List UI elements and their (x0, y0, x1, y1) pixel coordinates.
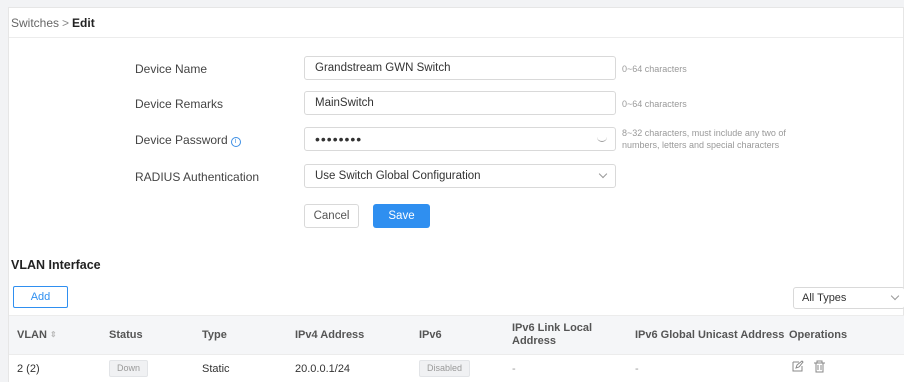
device-remarks-label: Device Remarks (135, 97, 224, 111)
status-badge: Down (109, 360, 149, 377)
column-vlan-label: VLAN (17, 329, 47, 341)
breadcrumb-switches-link[interactable]: Switches (11, 16, 59, 30)
column-ipv6-global: IPv6 Global Unicast Address (635, 329, 785, 341)
column-ipv6-link-local-line1: IPv6 Link Local (512, 322, 593, 334)
cell-ipv6-global: - (635, 363, 639, 375)
breadcrumb-separator: > (62, 16, 70, 30)
eye-closed-icon[interactable] (597, 137, 607, 142)
cell-ipv6-link-local: - (512, 363, 516, 375)
device-password-label: Device Password i (135, 133, 241, 147)
save-button[interactable]: Save (373, 204, 430, 228)
radius-authentication-select[interactable]: Use Switch Global Configuration (304, 164, 616, 188)
add-vlan-button[interactable]: Add (13, 286, 68, 308)
device-password-input[interactable]: •••••••• (304, 127, 616, 151)
column-operations: Operations (789, 329, 848, 341)
device-password-hint-line2: numbers, letters and special characters (622, 140, 780, 150)
device-remarks-input[interactable]: MainSwitch (304, 91, 616, 115)
column-vlan[interactable]: VLAN ⇕ (17, 329, 57, 341)
edit-switch-card: Switches > Edit Device Name Grandstream GW… (8, 7, 904, 382)
device-remarks-hint: 0~64 characters (622, 99, 687, 109)
device-password-label-text: Device Password (135, 133, 228, 147)
ipv6-status-badge: Disabled (419, 360, 471, 377)
chevron-down-icon (890, 291, 900, 301)
radius-authentication-label: RADIUS Authentication (135, 170, 260, 184)
chevron-down-icon (598, 169, 608, 179)
type-filter-value: All Types (802, 292, 847, 304)
edit-icon[interactable] (791, 360, 804, 376)
column-ipv4: IPv4 Address (295, 329, 365, 341)
device-password-hint-line1: 8~32 characters, must include any two of (622, 128, 786, 138)
vlan-interface-title: VLAN Interface (11, 258, 101, 272)
device-password-value: •••••••• (315, 131, 363, 147)
radius-authentication-value: Use Switch Global Configuration (315, 170, 481, 182)
cell-type: Static (202, 363, 230, 375)
column-status: Status (109, 329, 143, 341)
delete-icon[interactable] (813, 360, 826, 376)
breadcrumb-current: Edit (72, 16, 95, 30)
cell-ipv4: 20.0.0.1/24 (295, 363, 351, 375)
breadcrumb: Switches > Edit (9, 8, 903, 38)
table-row: 2 (2) Down Static 20.0.0.1/24 Disabled -… (9, 355, 904, 382)
column-ipv6-link-local-line2: Address (512, 335, 557, 347)
cell-vlan: 2 (2) (17, 363, 40, 375)
device-name-value: Grandstream GWN Switch (315, 62, 451, 74)
vlan-table-header: VLAN ⇕ Status Type IPv4 Address IPv6 IPv6… (9, 315, 904, 355)
sort-icon[interactable]: ⇕ (50, 330, 57, 339)
device-password-hint: 8~32 characters, must include any two of… (622, 127, 786, 151)
type-filter-select[interactable]: All Types (793, 287, 904, 309)
column-ipv6: IPv6 (419, 329, 442, 341)
info-icon[interactable]: i (230, 137, 241, 147)
cancel-button[interactable]: Cancel (304, 204, 359, 228)
column-ipv6-link-local: IPv6 Link Local Address (512, 322, 592, 348)
device-remarks-value: MainSwitch (315, 97, 374, 109)
device-name-input[interactable]: Grandstream GWN Switch (304, 56, 616, 80)
device-name-hint: 0~64 characters (622, 64, 687, 74)
column-type: Type (202, 329, 227, 341)
device-name-label: Device Name (135, 62, 208, 76)
